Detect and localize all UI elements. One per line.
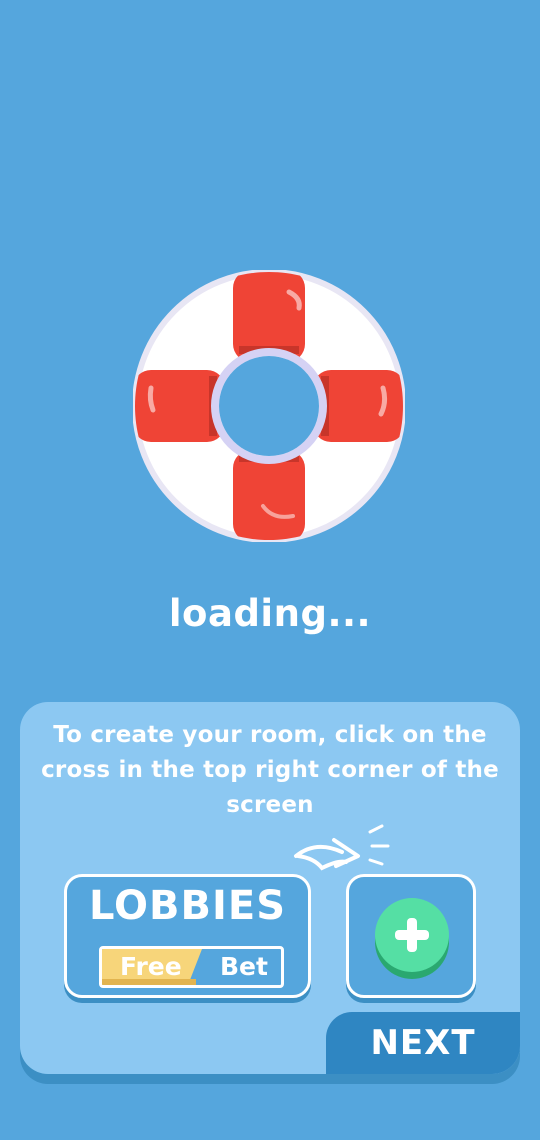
next-button[interactable]: NEXT <box>326 1012 520 1074</box>
toggle-bet-label[interactable]: Bet <box>220 952 268 981</box>
loading-text: loading... <box>168 592 372 635</box>
tutorial-card: To create your room, click on the cross … <box>20 702 520 1074</box>
curved-arrow-icon <box>294 824 390 871</box>
free-bet-toggle[interactable]: Free Bet <box>99 946 284 988</box>
tutorial-tip: To create your room, click on the cross … <box>41 722 499 818</box>
lobbies-panel: LOBBIES Free Bet <box>64 874 311 998</box>
lobbies-title: LOBBIES <box>88 883 287 929</box>
add-room-panel <box>346 874 476 998</box>
lifebuoy-icon <box>133 270 405 542</box>
toggle-free-label: Free <box>120 952 182 981</box>
add-room-button[interactable] <box>373 898 451 982</box>
